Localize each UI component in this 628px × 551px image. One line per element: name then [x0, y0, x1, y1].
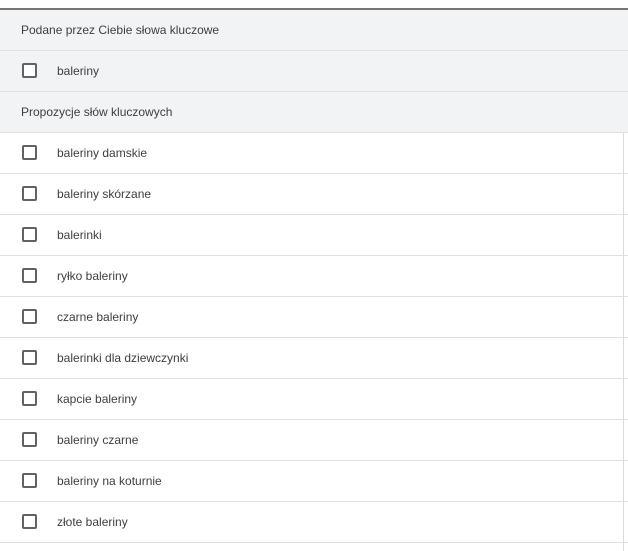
- keyword-row[interactable]: baleriny skórzane: [0, 174, 628, 215]
- keyword-label: balerinki: [57, 228, 102, 242]
- provided-keywords-header-label: Podane przez Ciebie słowa kluczowe: [21, 23, 220, 37]
- keyword-checkbox[interactable]: [22, 145, 37, 160]
- keyword-row[interactable]: baleriny damskie: [0, 133, 628, 174]
- keyword-label: baleriny skórzane: [57, 187, 152, 201]
- keyword-checkbox[interactable]: [22, 268, 37, 283]
- keyword-list-panel: Podane przez Ciebie słowa kluczowe baler…: [0, 8, 628, 551]
- keyword-row[interactable]: balerinki dla dziewczynki: [0, 338, 628, 379]
- keyword-row[interactable]: kapcie baleriny: [0, 379, 628, 420]
- keyword-label: złote baleriny: [57, 515, 128, 529]
- keyword-label: kapcie baleriny: [57, 392, 138, 406]
- keyword-row[interactable]: złote baleriny: [0, 502, 628, 543]
- keyword-checkbox[interactable]: [22, 227, 37, 242]
- keyword-checkbox[interactable]: [22, 63, 37, 78]
- keyword-row[interactable]: baleriny: [0, 51, 628, 92]
- keyword-checkbox[interactable]: [22, 350, 37, 365]
- keyword-label: baleriny na koturnie: [57, 474, 162, 488]
- suggested-keywords-header-label: Propozycje słów kluczowych: [21, 105, 173, 119]
- keyword-label: czarne baleriny: [57, 310, 139, 324]
- keyword-label: ryłko baleriny: [57, 269, 128, 283]
- keyword-row[interactable]: ryłko baleriny: [0, 256, 628, 297]
- suggested-keywords-header: Propozycje słów kluczowych: [0, 92, 628, 133]
- keyword-checkbox[interactable]: [22, 391, 37, 406]
- provided-keywords-header: Podane przez Ciebie słowa kluczowe: [0, 10, 628, 51]
- keyword-checkbox[interactable]: [22, 473, 37, 488]
- keyword-checkbox[interactable]: [22, 514, 37, 529]
- keyword-checkbox[interactable]: [22, 309, 37, 324]
- keyword-checkbox[interactable]: [22, 186, 37, 201]
- keyword-checkbox[interactable]: [22, 432, 37, 447]
- keyword-label: baleriny damskie: [57, 146, 148, 160]
- keyword-row[interactable]: czarne baleriny: [0, 297, 628, 338]
- keyword-label: baleriny czarne: [57, 433, 139, 447]
- keyword-label: balerinki dla dziewczynki: [57, 351, 189, 365]
- keyword-row[interactable]: balerinki: [0, 215, 628, 256]
- keyword-row[interactable]: baleriny na koturnie: [0, 461, 628, 502]
- keyword-label: baleriny: [57, 64, 100, 78]
- keyword-row[interactable]: baleriny czarne: [0, 420, 628, 461]
